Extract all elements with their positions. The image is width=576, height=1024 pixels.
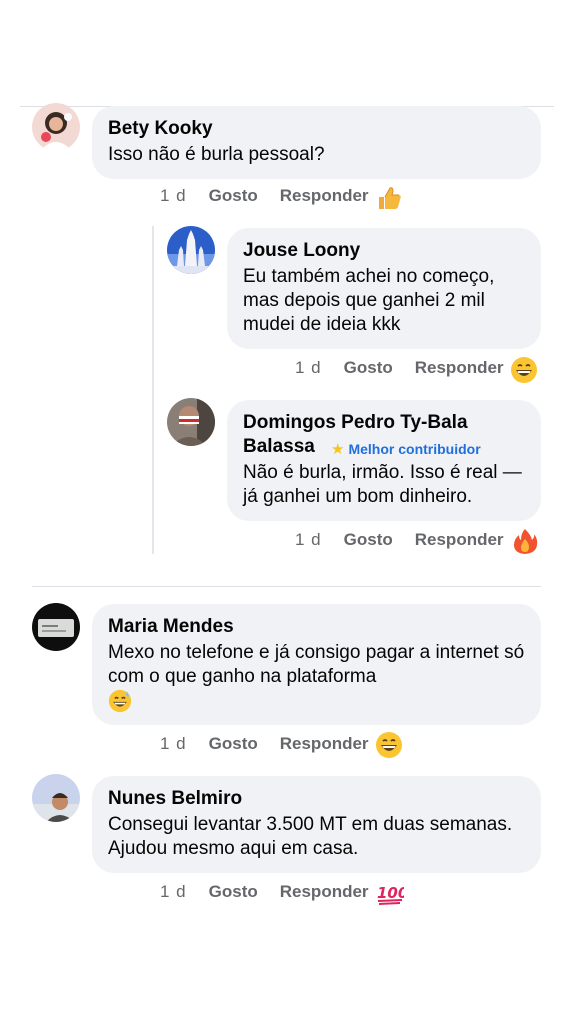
fire-icon[interactable] [511, 527, 539, 555]
comment-text: Consegui levantar 3.500 MT em duas seman… [108, 814, 513, 859]
comment-text: Eu também achei no começo, mas depois qu… [243, 266, 495, 335]
comment-bubble-jouse-loony: Jouse Loony Eu também achei no começo, m… [227, 228, 541, 349]
grinning-face-icon[interactable] [510, 356, 538, 384]
comment-bubble-nunes-belmiro: Nunes Belmiro Consegui levantar 3.500 MT… [92, 776, 541, 873]
sweat-smile-icon [108, 689, 132, 713]
comment-actions: 1 d Gosto Responder [160, 186, 369, 206]
avatar-maria-mendes[interactable] [32, 603, 80, 651]
like-button[interactable]: Gosto [209, 734, 258, 754]
comment-time[interactable]: 1 d [160, 882, 187, 902]
comment-bubble-domingos-pedro: Domingos Pedro Ty-Bala Balassa ★ Melhor c… [227, 400, 541, 521]
comment-author[interactable]: Jouse Loony [243, 239, 525, 263]
reply-button[interactable]: Responder [280, 882, 369, 902]
avatar-jouse-loony[interactable] [167, 226, 215, 274]
star-icon: ★ [331, 441, 345, 458]
comment-text: Não é burla, irmão. Isso é real — já gan… [243, 462, 522, 507]
comment-actions: 1 d Gosto Responder [160, 734, 369, 754]
badge-label: Melhor contribuidor [348, 441, 481, 457]
comment-time[interactable]: 1 d [295, 530, 322, 550]
like-button[interactable]: Gosto [344, 530, 393, 550]
comment-author[interactable]: Bety Kooky [108, 117, 525, 141]
comment-time[interactable]: 1 d [295, 358, 322, 378]
reply-button[interactable]: Responder [280, 734, 369, 754]
comment-text: Isso não é burla pessoal? [108, 144, 325, 165]
like-button[interactable]: Gosto [209, 186, 258, 206]
comment-bubble-bety-kooky: Bety Kooky Isso não é burla pessoal? [92, 106, 541, 179]
top-contributor-badge[interactable]: ★ Melhor contribuidor [331, 440, 481, 459]
comment-actions: 1 d Gosto Responder [160, 882, 369, 902]
comment-author[interactable]: Maria Mendes [108, 615, 525, 639]
comment-text-body: Mexo no telefone e já consigo pagar a in… [108, 642, 525, 687]
avatar-bety-kooky[interactable] [32, 103, 80, 151]
reply-thread-line [152, 226, 154, 554]
avatar-nunes-belmiro[interactable] [32, 774, 80, 822]
comment-author[interactable]: Nunes Belmiro [108, 787, 525, 811]
hundred-points-icon[interactable]: 100 [376, 879, 404, 907]
comment-actions: 1 d Gosto Responder [295, 358, 504, 378]
comment-time[interactable]: 1 d [160, 734, 187, 754]
comment-actions: 1 d Gosto Responder [295, 530, 504, 550]
comment-text: Mexo no telefone e já consigo pagar a in… [108, 641, 525, 713]
thumbs-up-icon[interactable] [375, 184, 403, 212]
grinning-face-icon[interactable] [375, 731, 403, 759]
reply-button[interactable]: Responder [415, 358, 504, 378]
reply-button[interactable]: Responder [415, 530, 504, 550]
comment-bubble-maria-mendes: Maria Mendes Mexo no telefone e já consi… [92, 604, 541, 726]
comment-time[interactable]: 1 d [160, 186, 187, 206]
reply-button[interactable]: Responder [280, 186, 369, 206]
avatar-domingos-pedro[interactable] [167, 398, 215, 446]
like-button[interactable]: Gosto [209, 882, 258, 902]
like-button[interactable]: Gosto [344, 358, 393, 378]
section-divider [32, 586, 541, 587]
